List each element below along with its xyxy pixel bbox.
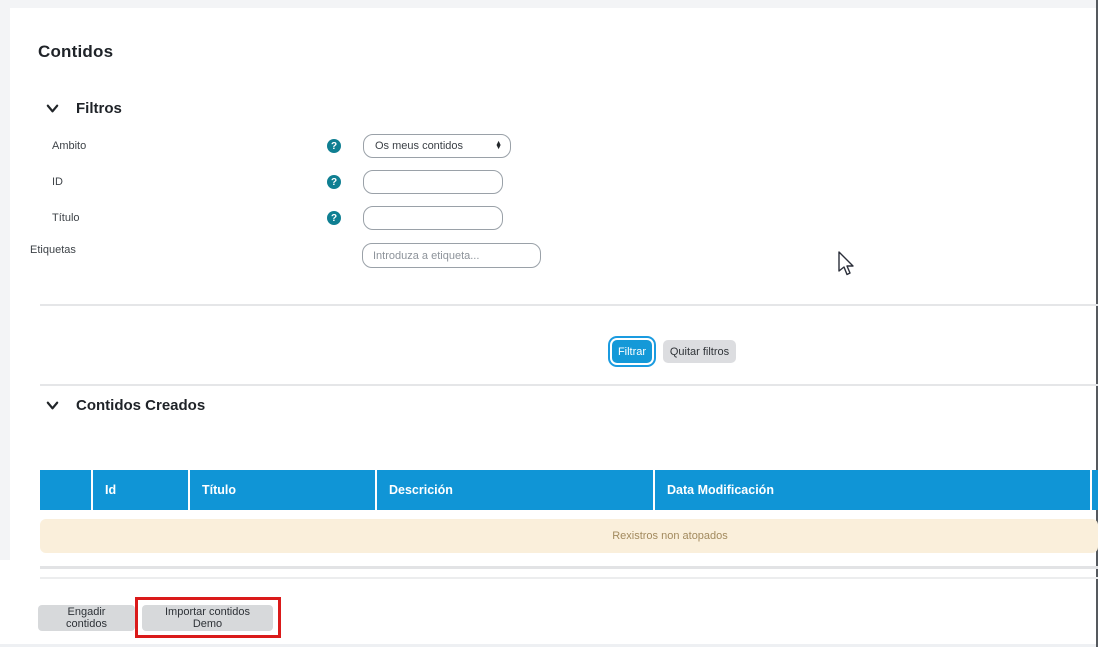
page-title: Contidos (38, 42, 113, 62)
titulo-label: Título (52, 212, 80, 224)
chevron-down-icon (45, 398, 60, 413)
empty-results-alert (40, 519, 1098, 553)
add-contents-button[interactable]: Engadir contidos (38, 605, 135, 631)
select-updown-icon: ▲▼ (495, 142, 502, 150)
divider (40, 577, 1098, 579)
table-col-data-modificacion: Data Modificación (653, 470, 1090, 510)
ambito-select[interactable]: Os meus contidos ▲▼ (363, 134, 511, 158)
chevron-down-icon (45, 101, 60, 116)
empty-results-message: Rexistros non atopados (612, 530, 728, 542)
filters-section-label: Filtros (76, 100, 122, 117)
id-input[interactable] (363, 170, 503, 194)
etiquetas-label: Etiquetas (30, 244, 76, 256)
clear-filters-button[interactable]: Quitar filtros (663, 340, 736, 363)
created-contents-section-label: Contidos Creados (76, 397, 205, 414)
ambito-label: Ambito (52, 140, 86, 152)
table-col-extra (1090, 470, 1098, 510)
ambito-help-icon[interactable]: ? (327, 139, 341, 153)
filter-button[interactable]: Filtrar (612, 340, 652, 363)
divider (40, 384, 1098, 386)
divider (40, 566, 1098, 569)
left-gutter (0, 8, 10, 560)
contidos-page: Contidos Filtros Ambito ? Os meus contid… (0, 0, 1098, 647)
titulo-input[interactable] (363, 206, 503, 230)
table-col-descricion: Descrición (375, 470, 653, 510)
id-label: ID (52, 176, 63, 188)
table-col-titulo: Título (188, 470, 375, 510)
divider (40, 304, 1098, 306)
etiquetas-input[interactable] (362, 243, 541, 268)
filters-section-toggle[interactable]: Filtros (45, 100, 122, 117)
table-col-id: Id (91, 470, 188, 510)
import-demo-contents-button[interactable]: Importar contidos Demo (142, 605, 273, 631)
contents-table-header: Id Título Descrición Data Modificación (40, 470, 1098, 510)
mouse-cursor (836, 250, 856, 278)
id-help-icon[interactable]: ? (327, 175, 341, 189)
table-col-actions (40, 470, 91, 510)
created-contents-section-toggle[interactable]: Contidos Creados (45, 397, 205, 414)
ambito-select-value: Os meus contidos (375, 140, 495, 152)
titulo-help-icon[interactable]: ? (327, 211, 341, 225)
top-gutter (0, 0, 1098, 8)
